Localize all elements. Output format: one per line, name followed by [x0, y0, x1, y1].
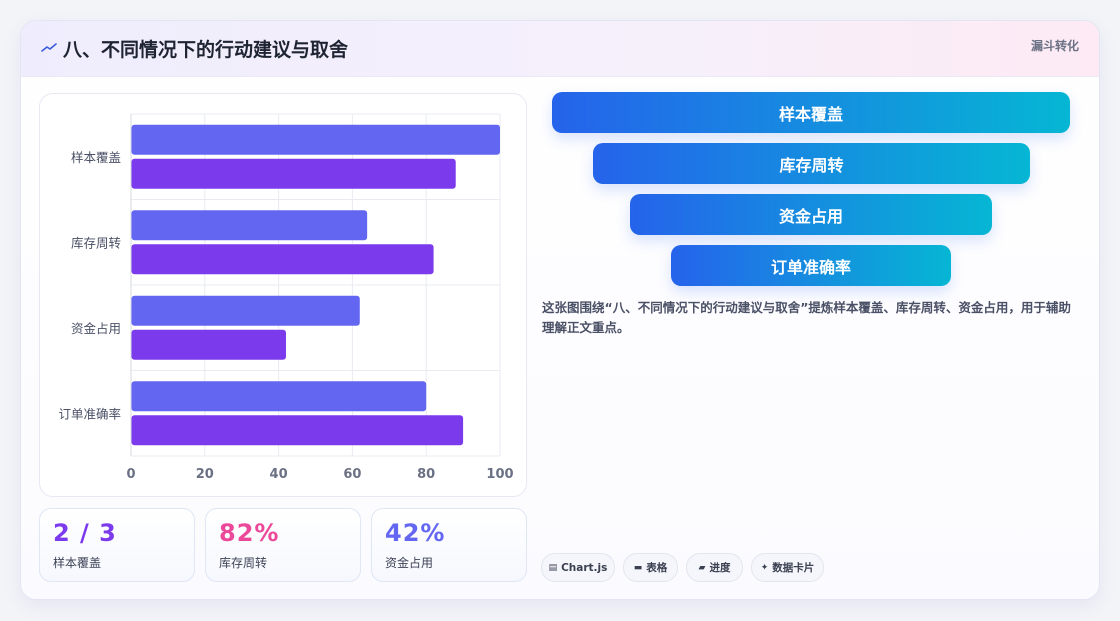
- sparkle-icon: ✦: [760, 562, 769, 573]
- bar-series-1: [131, 381, 427, 412]
- y-category-label: 订单准确率: [58, 406, 121, 421]
- funnel-stage-accuracy: 订单准确率: [671, 245, 951, 286]
- stat-label: 资金占用: [385, 556, 434, 570]
- stat-card-capital: 42% 资金占用: [371, 508, 527, 582]
- x-tick-label: 80: [417, 467, 435, 482]
- bar-series-1: [131, 210, 368, 241]
- stat-value: 82%: [219, 519, 280, 547]
- y-category-label: 库存周转: [71, 235, 121, 250]
- progress-icon: ▰: [698, 562, 706, 573]
- y-category-label: 资金占用: [71, 321, 121, 336]
- tag-table[interactable]: ▬ 表格: [623, 553, 678, 582]
- stat-card-coverage: 2 / 3 样本覆盖: [39, 508, 195, 582]
- tag-progress[interactable]: ▰ 进度: [686, 553, 743, 582]
- funnel-stage-capital: 资金占用: [630, 194, 992, 235]
- x-tick-label: 20: [196, 467, 214, 482]
- table-icon: ▬: [633, 562, 643, 573]
- x-tick-label: 60: [343, 467, 361, 482]
- funnel-stage-coverage: 样本覆盖: [552, 92, 1070, 133]
- x-tick-label: 40: [270, 467, 288, 482]
- x-tick-label: 100: [486, 467, 513, 482]
- chart-description: 这张图围绕“八、不同情况下的行动建议与取舍”提炼样本覆盖、库存周转、资金占用，用…: [542, 300, 1071, 335]
- stat-card-turnover: 82% 库存周转: [205, 508, 361, 582]
- y-category-label: 样本覆盖: [71, 150, 121, 165]
- page-title: 八、不同情况下的行动建议与取舍: [63, 39, 349, 61]
- header: 八、不同情况下的行动建议与取舍 漏斗转化: [21, 21, 1099, 77]
- stat-value: 42%: [385, 519, 446, 547]
- bar-series-2: [131, 158, 456, 189]
- chart-icon: ▤: [548, 562, 558, 573]
- bar-series-2: [131, 415, 464, 446]
- header-badge: 漏斗转化: [1030, 39, 1079, 53]
- stat-label: 样本覆盖: [53, 556, 102, 570]
- bar-series-1: [131, 295, 360, 326]
- stat-value: 2 / 3: [53, 519, 117, 547]
- funnel-stage-turnover: 库存周转: [593, 143, 1030, 184]
- tag-chartjs[interactable]: ▤ Chart.js: [541, 553, 615, 582]
- bar-series-1: [131, 124, 500, 155]
- bar-series-2: [131, 329, 286, 360]
- bar-chart-panel: 0 20 40 60 80 100 样本覆盖库存周转资金占用订单准确率: [39, 93, 527, 497]
- card: 八、不同情况下的行动建议与取舍 漏斗转化 0 20 40 60 80 100 样本覆盖 库存周…: [20, 20, 1100, 600]
- x-tick-label: 0: [126, 467, 135, 482]
- bar-chart: 0 20 40 60 80 100 样本覆盖库存周转资金占用订单准确率: [58, 113, 514, 482]
- bar-series-2: [131, 244, 434, 275]
- stat-label: 库存周转: [219, 556, 268, 570]
- trend-icon: [41, 43, 57, 52]
- tag-data-card[interactable]: ✦ 数据卡片: [751, 553, 824, 582]
